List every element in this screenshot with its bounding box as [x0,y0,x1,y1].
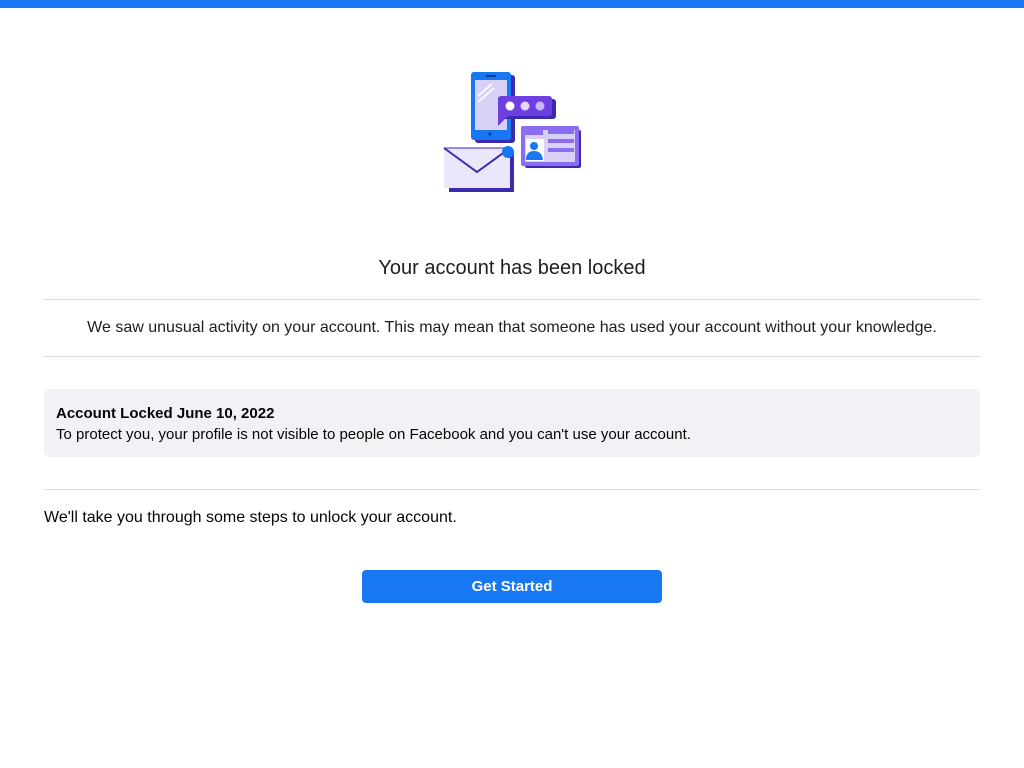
get-started-button[interactable]: Get Started [362,570,662,603]
divider [44,299,980,300]
account-locked-illustration-icon [440,68,585,196]
lock-notice-body: To protect you, your profile is not visi… [56,426,691,443]
lock-notice-box: Account Locked June 10, 2022 To protect … [44,389,980,457]
lock-notice-title: Account Locked June 10, 2022 [56,405,275,422]
divider [44,356,980,357]
lock-description: We saw unusual activity on your account.… [87,319,937,336]
unlock-steps-text: We'll take you through some steps to unl… [44,509,457,526]
page-title: Your account has been locked [378,257,646,279]
top-accent-bar [0,0,1024,8]
divider [44,489,980,490]
